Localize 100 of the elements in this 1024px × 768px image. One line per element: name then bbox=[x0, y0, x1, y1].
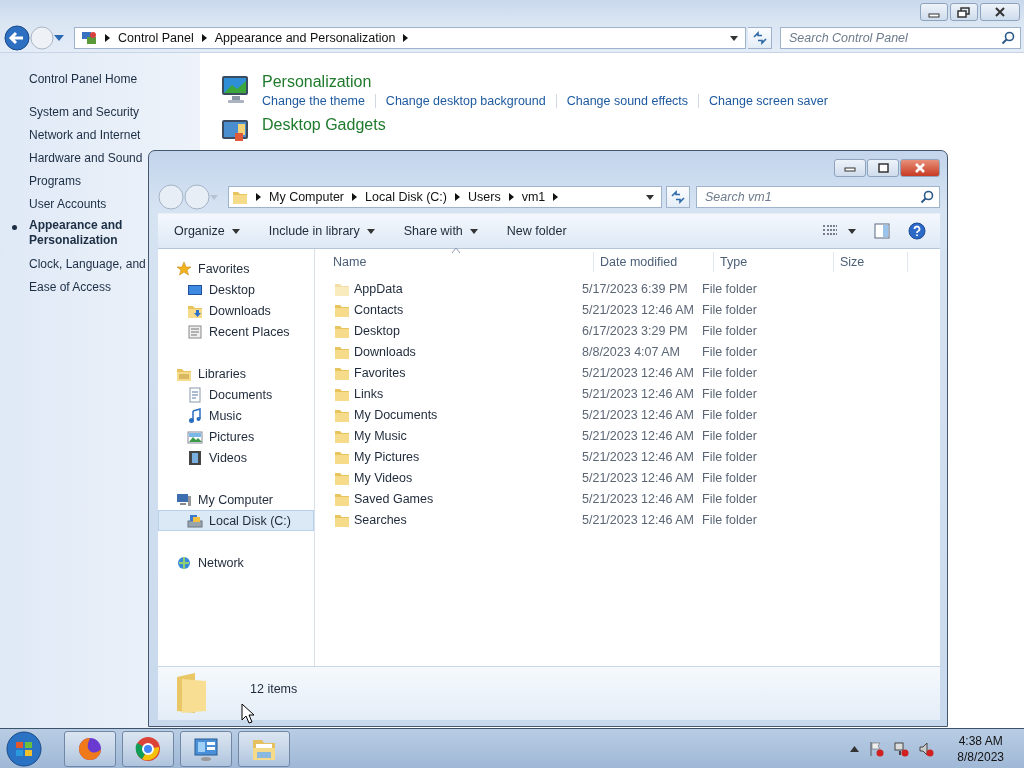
file-name[interactable]: My Documents bbox=[354, 407, 438, 422]
start-button[interactable] bbox=[4, 729, 44, 768]
date-cell-text: 8/8/2023 4:07 AM bbox=[581, 344, 681, 359]
task-link[interactable]: Change the theme bbox=[262, 94, 375, 108]
breadcrumb-item[interactable]: vm1 bbox=[521, 190, 546, 204]
nav-item[interactable]: Favorites bbox=[158, 258, 314, 279]
column-header[interactable]: Type bbox=[714, 252, 834, 272]
taskbar-button[interactable] bbox=[64, 730, 116, 767]
minimize-button[interactable] bbox=[834, 159, 866, 177]
nav-item[interactable]: Libraries bbox=[158, 363, 314, 384]
documents-icon bbox=[187, 386, 203, 403]
breadcrumb-item[interactable]: Local Disk (C:) bbox=[365, 190, 447, 204]
close-button[interactable] bbox=[980, 3, 1020, 21]
nav-item[interactable]: Downloads bbox=[158, 300, 314, 321]
sidebar-item[interactable]: Ease of Access bbox=[0, 275, 112, 298]
clock[interactable]: 4:38 AM 8/8/2023 bbox=[957, 732, 1004, 765]
toolbar-button[interactable]: Include in library bbox=[260, 218, 383, 244]
nav-item[interactable]: Desktop bbox=[158, 279, 314, 300]
speaker-icon[interactable] bbox=[918, 740, 935, 757]
nav-item[interactable]: Local Disk (C:) bbox=[158, 510, 314, 531]
caret-icon[interactable] bbox=[848, 228, 856, 234]
breadcrumb-item[interactable]: My Computer bbox=[269, 190, 345, 204]
computer-icon bbox=[176, 491, 192, 508]
nav-item[interactable]: Music bbox=[158, 405, 314, 426]
type-cell-text: File folder bbox=[701, 323, 758, 338]
file-name[interactable]: Downloads bbox=[354, 344, 416, 359]
task-link[interactable]: Change sound effects bbox=[555, 94, 699, 108]
sidebar-item[interactable]: Programs bbox=[0, 169, 81, 192]
history-dropdown-icon[interactable] bbox=[54, 35, 64, 41]
flag-icon[interactable] bbox=[868, 740, 885, 757]
taskbar-button[interactable] bbox=[122, 730, 174, 767]
view-options-button[interactable] bbox=[822, 225, 856, 237]
file-name[interactable]: Contacts bbox=[354, 302, 404, 317]
type-cell-text: File folder bbox=[701, 407, 758, 422]
chevron-icon[interactable] bbox=[105, 34, 110, 42]
help-icon[interactable] bbox=[908, 222, 926, 240]
file-name[interactable]: Favorites bbox=[354, 365, 406, 380]
restore-icon[interactable] bbox=[955, 5, 973, 19]
breadcrumb-item[interactable]: Users bbox=[468, 190, 501, 204]
breadcrumb-item[interactable]: Appearance and Personalization bbox=[214, 31, 396, 45]
file-name[interactable]: Saved Games bbox=[354, 491, 434, 506]
toolbar-button[interactable]: Organize bbox=[166, 218, 248, 244]
type-cell-text: File folder bbox=[701, 281, 758, 296]
nav-item[interactable]: My Computer bbox=[158, 489, 314, 510]
toolbar-button[interactable]: New folder bbox=[498, 218, 575, 244]
sidebar-item[interactable]: System and Security bbox=[0, 100, 140, 123]
nav-item[interactable]: Documents bbox=[158, 384, 314, 405]
search-icon[interactable] bbox=[1001, 31, 1015, 45]
file-name[interactable]: My Videos bbox=[354, 470, 413, 485]
file-name[interactable]: Desktop bbox=[354, 323, 400, 338]
task-link[interactable]: Change screen saver bbox=[698, 94, 838, 108]
file-name[interactable]: My Pictures bbox=[354, 449, 420, 464]
nav-item[interactable]: Pictures bbox=[158, 426, 314, 447]
sidebar-item[interactable]: Appearance and Personalization bbox=[0, 215, 129, 252]
taskbar-button[interactable] bbox=[238, 730, 290, 767]
chevron-up-icon[interactable] bbox=[850, 745, 860, 752]
chevron-icon[interactable] bbox=[553, 193, 559, 201]
back-button[interactable] bbox=[4, 25, 30, 51]
type-cell-text: File folder bbox=[701, 491, 758, 506]
search-icon[interactable] bbox=[920, 190, 934, 204]
chevron-icon[interactable] bbox=[455, 193, 460, 201]
nav-item[interactable]: Recent Places bbox=[158, 321, 314, 342]
task-link[interactable]: Change desktop background bbox=[374, 94, 556, 108]
pictures-icon bbox=[187, 428, 203, 445]
search-field[interactable]: Search Control Panel bbox=[780, 27, 1021, 49]
chevron-icon[interactable] bbox=[403, 34, 409, 42]
chevron-icon[interactable] bbox=[201, 34, 207, 42]
column-header[interactable]: Size bbox=[834, 252, 908, 272]
column-header[interactable]: Date modified bbox=[594, 252, 714, 272]
nav-item[interactable]: Videos bbox=[158, 447, 314, 468]
category-title[interactable]: Desktop Gadgets bbox=[262, 116, 386, 134]
category-title[interactable]: Personalization bbox=[262, 73, 838, 91]
dropdown-icon[interactable] bbox=[646, 194, 654, 200]
taskbar-button[interactable] bbox=[180, 730, 232, 767]
caret-icon[interactable] bbox=[366, 228, 375, 234]
date-cell-text: 5/21/2023 12:46 AM bbox=[581, 365, 695, 380]
nav-item[interactable]: Network bbox=[158, 552, 314, 573]
chevron-icon[interactable] bbox=[508, 193, 514, 201]
sidebar-link[interactable]: Control Panel Home bbox=[0, 67, 138, 90]
file-name[interactable]: AppData bbox=[354, 281, 403, 296]
sidebar-item[interactable]: Network and Internet bbox=[0, 123, 141, 146]
restore-button[interactable] bbox=[950, 3, 978, 21]
file-name[interactable]: My Music bbox=[354, 428, 407, 443]
caret-icon[interactable] bbox=[469, 228, 478, 234]
network-icon[interactable] bbox=[893, 740, 910, 757]
breadcrumb-item[interactable]: Control Panel bbox=[118, 31, 194, 45]
caret-icon[interactable] bbox=[231, 228, 240, 234]
sidebar-item[interactable]: Clock, Language, and bbox=[0, 252, 146, 275]
sidebar-item[interactable]: Hardware and Sound bbox=[0, 146, 143, 169]
chevron-icon[interactable] bbox=[352, 193, 358, 201]
chevron-icon[interactable] bbox=[256, 193, 261, 201]
search-field[interactable]: Search vm1 bbox=[696, 186, 940, 208]
file-name[interactable]: Searches bbox=[354, 512, 407, 527]
maximize-button[interactable] bbox=[867, 159, 899, 177]
file-name[interactable]: Links bbox=[354, 386, 384, 401]
dropdown-icon[interactable] bbox=[730, 35, 738, 41]
sidebar-item[interactable]: User Accounts bbox=[0, 192, 107, 215]
close-button[interactable] bbox=[900, 159, 940, 177]
toolbar-button[interactable]: Share with bbox=[395, 218, 486, 244]
column-header[interactable]: Name bbox=[315, 252, 594, 272]
